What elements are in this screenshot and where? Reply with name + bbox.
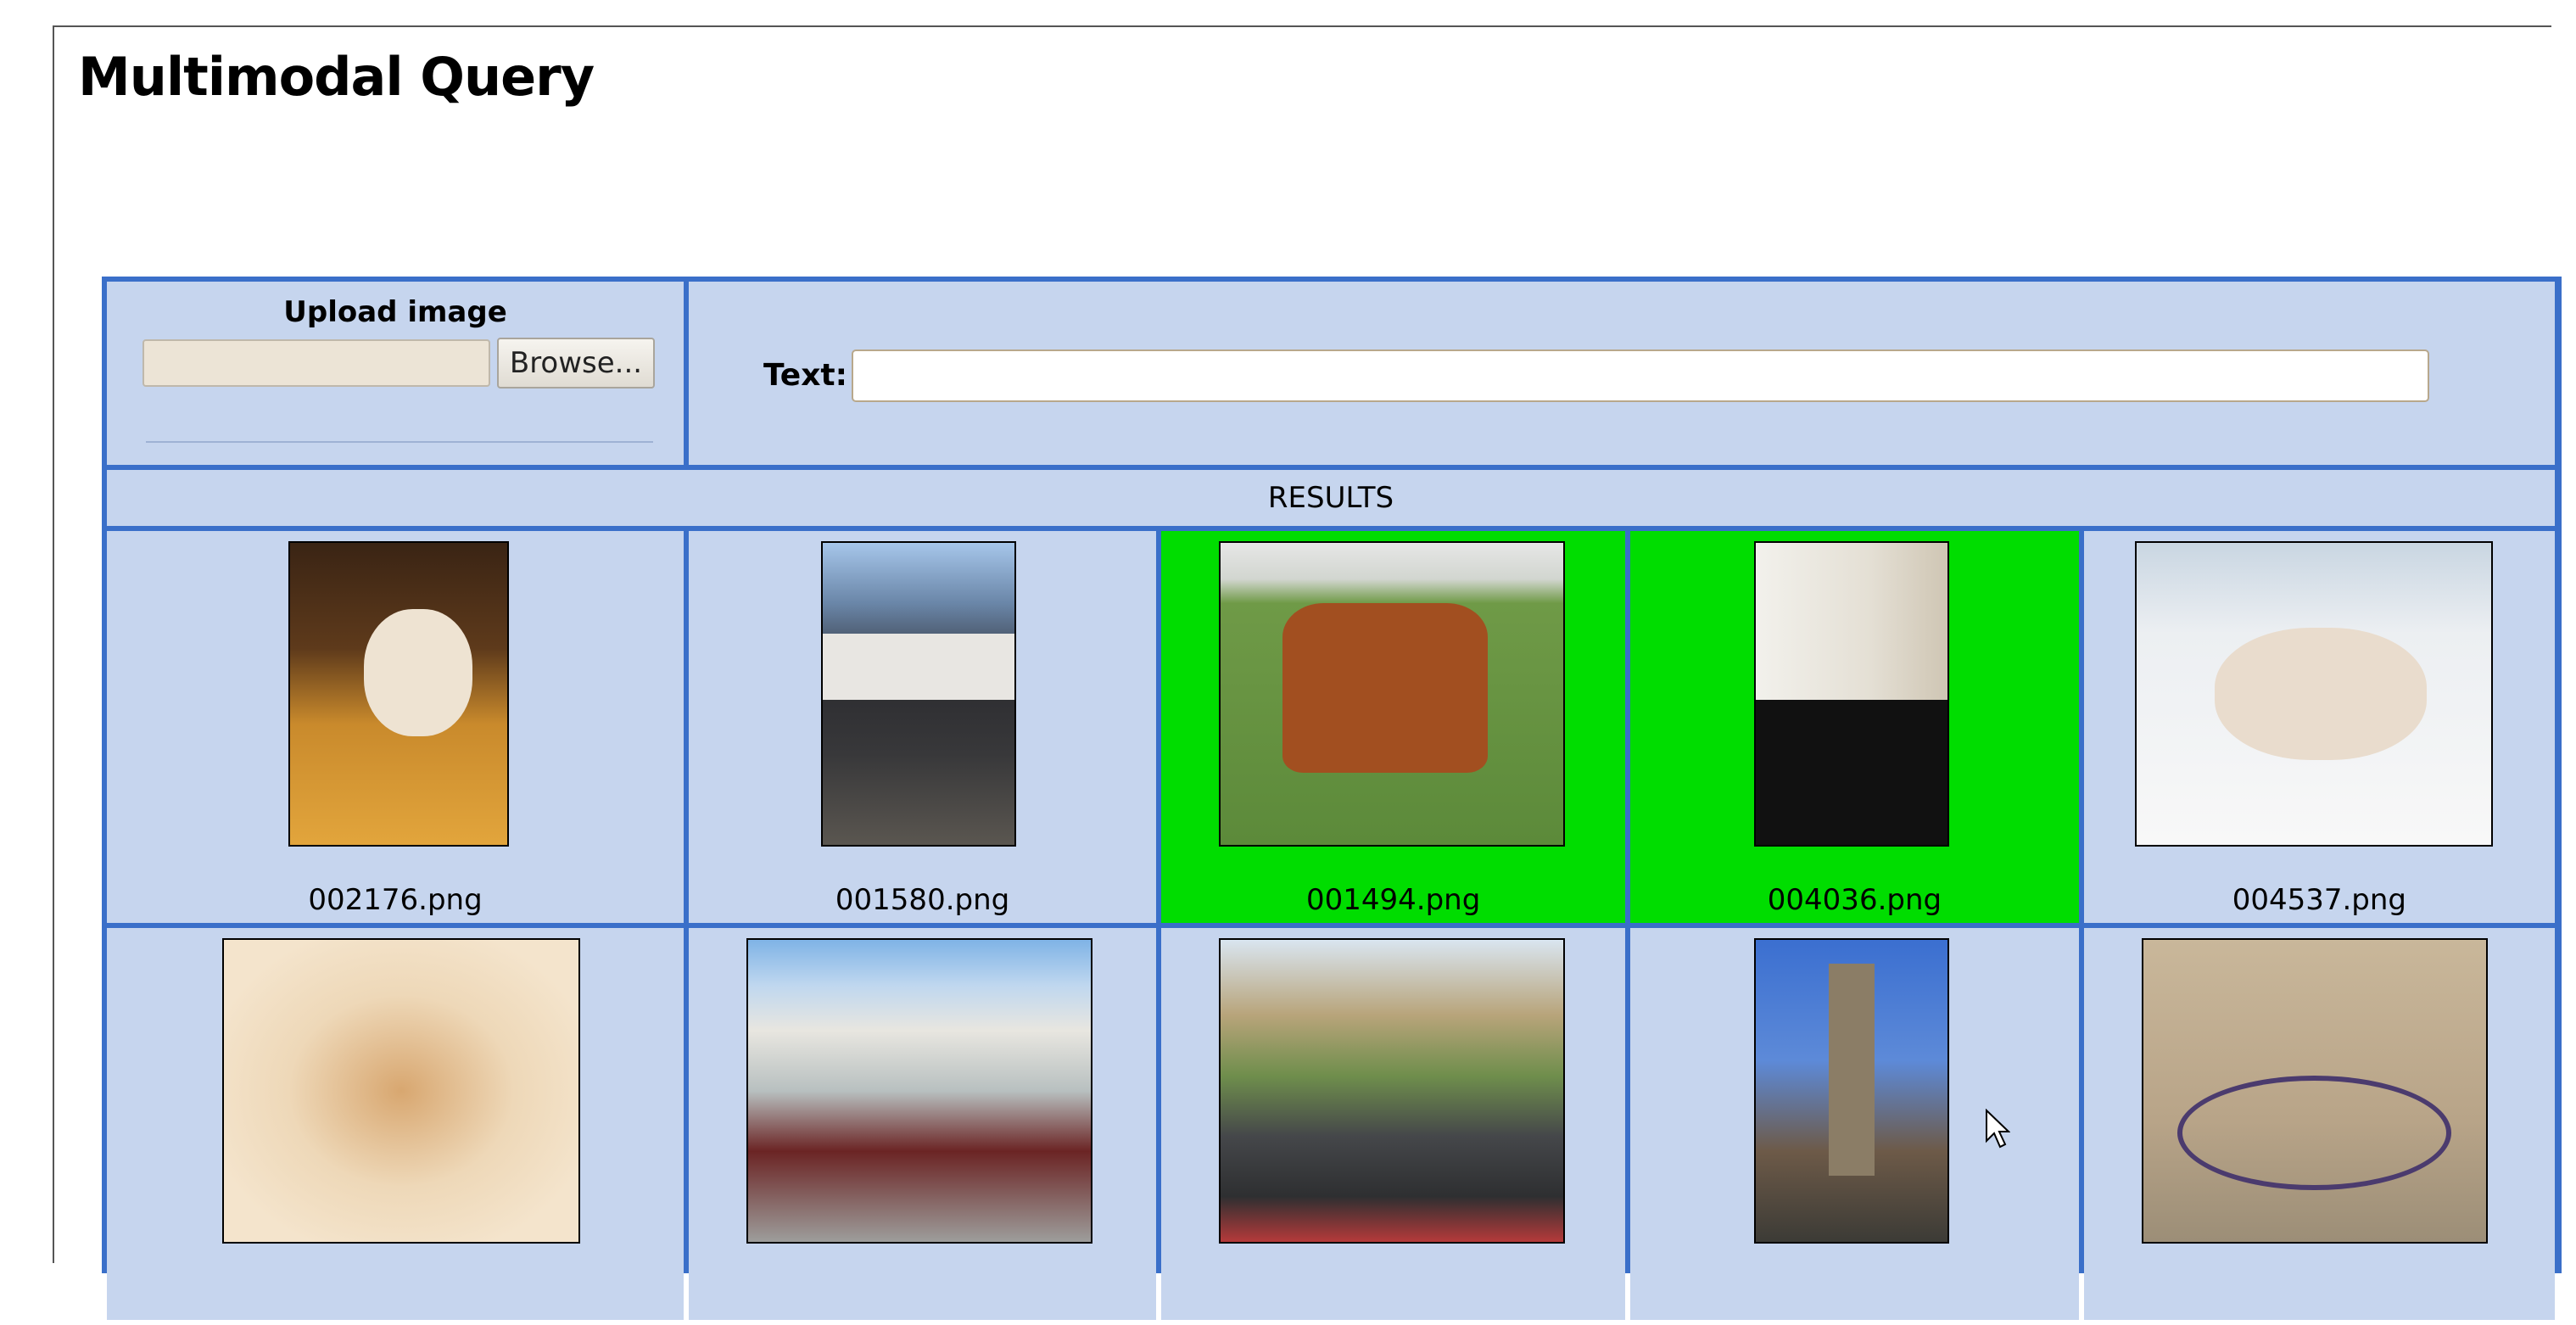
- result-cell-001580[interactable]: 001580.png: [689, 531, 1157, 923]
- result-thumbnail-image[interactable]: [2134, 541, 2493, 847]
- result-cell[interactable]: [1161, 928, 1626, 1320]
- result-thumbnail-image[interactable]: [222, 938, 580, 1244]
- result-cell[interactable]: [107, 928, 684, 1320]
- result-thumbnail-image[interactable]: [2141, 938, 2488, 1244]
- results-table: Upload image Browse... Text: RESULTS 002…: [102, 277, 2560, 1325]
- result-cell-004036[interactable]: 004036.png: [1630, 531, 2079, 923]
- page-frame-top: [53, 25, 2502, 27]
- results-header: RESULTS: [107, 470, 2555, 526]
- text-query-input[interactable]: [852, 349, 2429, 402]
- text-label: Text:: [763, 358, 848, 393]
- upload-panel: Upload image Browse...: [107, 282, 684, 465]
- upload-divider: [146, 441, 653, 443]
- mouse-pointer-icon: [1986, 1109, 2010, 1149]
- result-thumbnail-image[interactable]: [821, 541, 1016, 847]
- query-results-grid: Upload image Browse... Text: RESULTS 002…: [102, 277, 2562, 1320]
- file-path-field[interactable]: [142, 339, 490, 387]
- upload-label: Upload image: [283, 295, 507, 329]
- text-query-panel: Text:: [689, 282, 2555, 465]
- result-filename: 001580.png: [835, 883, 1010, 917]
- results-row-1: 002176.png 001580.png 001494.png 004036.…: [107, 531, 2555, 923]
- page-title: Multimodal Query: [78, 46, 595, 108]
- page-frame-edge: [2501, 25, 2551, 27]
- result-cell-001494[interactable]: 001494.png: [1161, 531, 1626, 923]
- page-frame-left: [53, 25, 54, 1263]
- browse-button[interactable]: Browse...: [497, 338, 655, 389]
- result-thumbnail-image[interactable]: [1219, 541, 1566, 847]
- result-cell[interactable]: [1630, 928, 2079, 1320]
- result-thumbnail-image[interactable]: [1219, 938, 1566, 1244]
- result-filename: 004036.png: [1767, 883, 1942, 917]
- result-filename: 001494.png: [1306, 883, 1481, 917]
- result-cell[interactable]: [689, 928, 1157, 1320]
- result-cell[interactable]: [2083, 928, 2555, 1320]
- result-thumbnail-image[interactable]: [1754, 541, 1950, 847]
- result-filename: 004537.png: [2232, 883, 2406, 917]
- result-cell-004537[interactable]: 004537.png: [2083, 531, 2555, 923]
- result-filename: 002176.png: [308, 883, 483, 917]
- result-thumbnail-image[interactable]: [288, 541, 509, 847]
- result-thumbnail-image[interactable]: [1754, 938, 1950, 1244]
- result-cell-002176[interactable]: 002176.png: [107, 531, 684, 923]
- results-row-2: [107, 928, 2555, 1320]
- result-thumbnail-image[interactable]: [746, 938, 1092, 1244]
